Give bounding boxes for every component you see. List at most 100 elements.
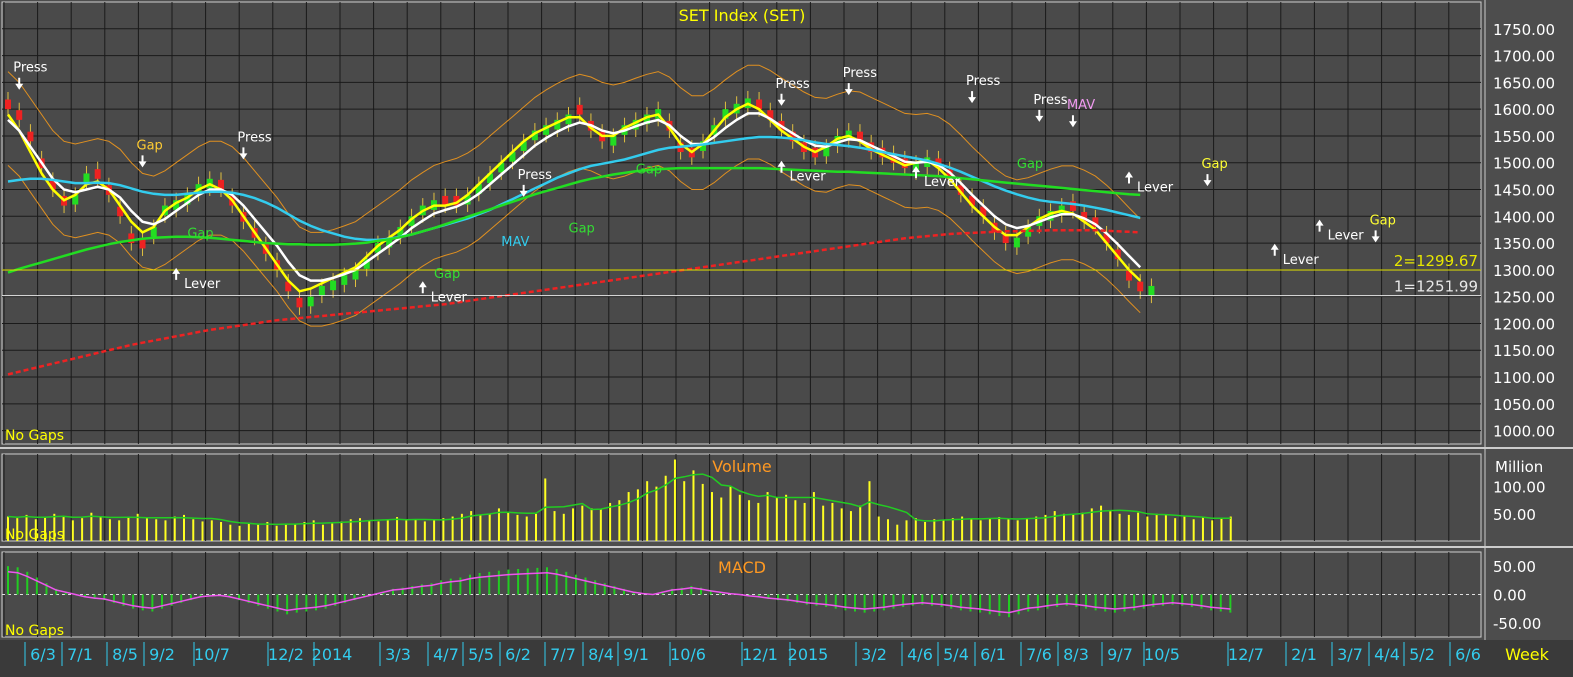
x-tick-label: 4/4	[1374, 645, 1400, 664]
candle-body	[94, 169, 101, 179]
x-tick-label: 8/4	[588, 645, 614, 664]
volume-tick-label: 50.00	[1493, 506, 1536, 524]
candle-body	[83, 173, 90, 184]
price-tick-label: 1750.00	[1493, 21, 1555, 39]
annotation-label: Lever	[1137, 180, 1174, 195]
candle-body	[296, 297, 303, 308]
x-tick-label: 6/1	[980, 645, 1006, 664]
x-tick-label: 4/6	[907, 645, 933, 664]
timeframe-label: Week	[1505, 645, 1550, 664]
x-tick-label: 12/7	[1228, 645, 1264, 664]
candle-body	[341, 275, 348, 285]
x-tick-label: 7/6	[1026, 645, 1052, 664]
price-tick-label: 1100.00	[1493, 369, 1555, 387]
price-tick-label: 1500.00	[1493, 155, 1555, 173]
annotation-label: Press	[237, 130, 271, 145]
x-tick-label: 8/3	[1063, 645, 1089, 664]
annotation-label: Press	[775, 77, 809, 92]
annotation-label: MAV	[1067, 98, 1095, 113]
price-line-label: 2=1299.67	[1394, 252, 1478, 270]
annotation-label: Gap	[569, 221, 595, 236]
x-tick-label: 12/1	[742, 645, 778, 664]
candle-body	[610, 135, 617, 146]
x-tick-label: 10/5	[1144, 645, 1180, 664]
x-tick-label: 12/2	[268, 645, 304, 664]
volume-unit-label: Million	[1495, 458, 1543, 476]
price-tick-label: 1350.00	[1493, 235, 1555, 253]
price-tick-label: 1200.00	[1493, 315, 1555, 333]
annotation-label: Gap	[636, 162, 662, 177]
annotation-label: Gap	[1201, 157, 1227, 172]
annotation-label: Lever	[789, 170, 826, 185]
x-tick-label: 4/7	[433, 645, 459, 664]
x-tick-label: 10/7	[194, 645, 230, 664]
candle-body	[1137, 281, 1144, 292]
price-tick-label: 1150.00	[1493, 342, 1555, 360]
annotation-label: Lever	[431, 290, 468, 305]
price-tick-label: 1250.00	[1493, 289, 1555, 307]
x-tick-label: 2015	[788, 645, 829, 664]
price-tick-label: 1550.00	[1493, 128, 1555, 146]
annotation-label: Press	[518, 168, 552, 183]
annotation-label: Press	[966, 74, 1000, 89]
annotation-label: Gap	[1370, 213, 1396, 228]
candle-body	[330, 280, 337, 291]
annotation-label: Press	[843, 66, 877, 81]
x-tick-label: 2014	[312, 645, 353, 664]
price-tick-label: 1050.00	[1493, 396, 1555, 414]
macd-tick-label: 50.00	[1493, 558, 1536, 576]
macd-tick-label: -50.00	[1493, 615, 1541, 633]
x-tick-label: 5/2	[1409, 645, 1435, 664]
candle-body	[1148, 285, 1155, 296]
x-tick-label: 5/5	[468, 645, 494, 664]
annotation-label: Lever	[1328, 229, 1365, 244]
candle-body	[27, 131, 34, 142]
no-gaps-label: No Gaps	[5, 428, 64, 444]
candle-body	[307, 296, 314, 307]
chart-title: SET Index (SET)	[679, 6, 806, 25]
volume-title: Volume	[712, 457, 772, 476]
macd-title: MACD	[718, 558, 766, 577]
annotation-label: Press	[1033, 93, 1067, 108]
candle-body	[318, 285, 325, 296]
x-tick-label: 6/3	[30, 645, 56, 664]
candle-body	[576, 104, 583, 115]
macd-tick-label: 0.00	[1493, 587, 1526, 605]
x-tick-label: 10/6	[670, 645, 706, 664]
candle-body	[16, 110, 23, 120]
x-tick-label: 7/1	[67, 645, 93, 664]
x-tick-label: 5/4	[943, 645, 969, 664]
price-tick-label: 1600.00	[1493, 101, 1555, 119]
x-tick-label: 2/1	[1291, 645, 1317, 664]
x-tick-label: 9/7	[1107, 645, 1133, 664]
annotation-label: MAV	[501, 235, 529, 250]
no-gaps-label: No Gaps	[5, 527, 64, 543]
annotation-label: Press	[13, 61, 47, 76]
price-tick-label: 1300.00	[1493, 262, 1555, 280]
chart-window: 1750.00 1700.00 1650.00 1600.00 1550.00 1500.…	[0, 0, 1573, 677]
x-tick-label: 6/2	[505, 645, 531, 664]
x-tick-label: 9/2	[149, 645, 175, 664]
annotation-label: Gap	[434, 267, 460, 282]
price-tick-label: 1700.00	[1493, 48, 1555, 66]
annotation-label: Gap	[187, 227, 213, 242]
set-index-chart: 1750.00 1700.00 1650.00 1600.00 1550.00 1500.…	[0, 0, 1573, 677]
candle-body	[5, 99, 11, 110]
price-tick-label: 1000.00	[1493, 423, 1555, 441]
x-tick-label: 8/5	[112, 645, 138, 664]
price-tick-label: 1400.00	[1493, 208, 1555, 226]
x-tick-label: 7/7	[550, 645, 576, 664]
x-tick-label: 3/2	[861, 645, 887, 664]
annotation-label: Lever	[184, 277, 221, 292]
annotation-label: Lever	[924, 175, 961, 190]
x-tick-label: 3/7	[1337, 645, 1363, 664]
annotation-label: Gap	[1017, 157, 1043, 172]
candle-body	[1013, 237, 1020, 248]
price-tick-label: 1450.00	[1493, 182, 1555, 200]
annotation-label: Lever	[1283, 253, 1320, 268]
price-tick-label: 1650.00	[1493, 74, 1555, 92]
annotation-label: Gap	[137, 138, 163, 153]
price-line-label: 1=1251.99	[1394, 278, 1478, 296]
volume-tick-label: 100.00	[1493, 479, 1546, 497]
x-tick-label: 6/6	[1455, 645, 1481, 664]
